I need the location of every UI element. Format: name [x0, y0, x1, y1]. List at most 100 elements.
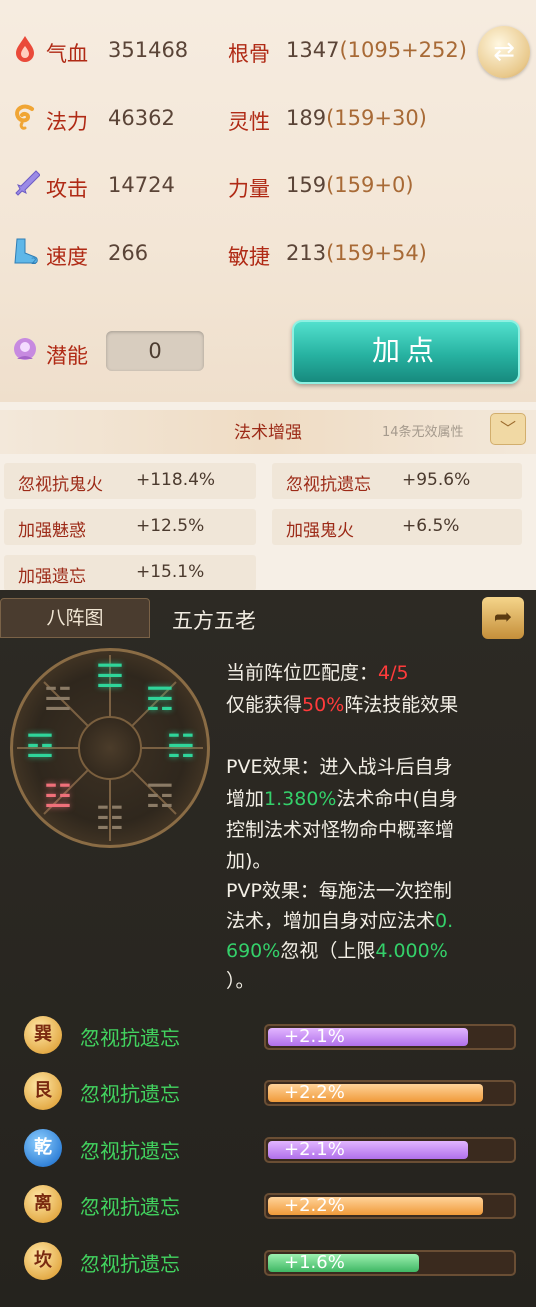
trigram-badge-icon: 乾	[24, 1129, 62, 1167]
pvp-text: 法术，增加自身对应法术	[226, 910, 436, 932]
formation-row-name: 忽视抗遗忘	[80, 1139, 180, 1163]
trigram-badge-icon: 艮	[24, 1072, 62, 1110]
pvp-line-3: 690%忽视（上限4.000%	[226, 936, 448, 963]
strength-detail: (159+0)	[326, 173, 414, 197]
potential-icon	[8, 335, 42, 369]
enhance-item-value: +95.6%	[402, 470, 471, 490]
formation-row-name: 忽视抗遗忘	[80, 1082, 180, 1106]
strength-value: 159(159+0)	[286, 173, 414, 197]
pve-percent: 1.380%	[264, 788, 337, 810]
constitution-total: 1347	[286, 38, 340, 62]
enhance-item: 忽视抗遗忘 +95.6%	[272, 463, 522, 499]
pvp-line-2: 法术，增加自身对应法术0.	[226, 906, 453, 933]
agility-detail: (159+54)	[326, 241, 427, 265]
trigram-badge-icon: 坎	[24, 1242, 62, 1280]
trigram-slot[interactable]: ☷	[92, 802, 128, 834]
bonus-bar-value: +2.2%	[284, 1195, 345, 1216]
formation-name: 五方五老	[172, 609, 256, 633]
add-point-button[interactable]: 加点	[292, 320, 520, 384]
trigram-slot[interactable]: ☲	[22, 730, 58, 762]
formation-row-name: 忽视抗遗忘	[80, 1026, 180, 1050]
enhance-item-value: +118.4%	[136, 470, 216, 490]
trigram-badge-icon: 离	[24, 1185, 62, 1223]
bonus-bar-value: +2.1%	[284, 1139, 345, 1160]
pvp-percent: 0.	[435, 910, 454, 932]
pvp-text: 忽视（上限	[280, 940, 376, 962]
match-value: 4/5	[378, 662, 409, 684]
bonus-bar: +2.1%	[264, 1024, 516, 1050]
trigram-slot[interactable]: ☶	[142, 780, 178, 812]
speed-label: 速度	[46, 245, 88, 269]
match-line: 当前阵位匹配度：4/5	[226, 658, 409, 685]
chevron-down-icon[interactable]: ﹀	[490, 413, 526, 445]
agility-value: 213(159+54)	[286, 241, 427, 265]
effect-line: 仅能获得50%阵法技能效果	[226, 690, 458, 717]
speed-value: 266	[108, 241, 149, 265]
agility-label: 敏捷	[228, 245, 270, 269]
bonus-bar-value: +2.1%	[284, 1026, 345, 1047]
enhance-item-name: 加强鬼火	[286, 521, 354, 541]
enhance-item-name: 忽视抗鬼火	[18, 475, 103, 495]
spirit-detail: (159+30)	[326, 106, 427, 130]
sword-icon	[8, 168, 42, 202]
formation-row-name: 忽视抗遗忘	[80, 1252, 180, 1276]
enhance-item-value: +12.5%	[136, 516, 205, 536]
effect-prefix: 仅能获得	[226, 694, 303, 716]
attack-label: 攻击	[46, 177, 88, 201]
trigram-slot[interactable]: ☵	[163, 730, 199, 762]
pve-line-1: PVE效果：进入战斗后自身	[226, 756, 453, 778]
trigram-slot[interactable]: ☱	[40, 683, 76, 715]
enhance-item-value: +15.1%	[136, 562, 205, 582]
tab-bagua[interactable]: 八阵图	[0, 598, 150, 638]
pvp-percent: 690%	[226, 940, 281, 962]
bonus-bar: +2.2%	[264, 1080, 516, 1106]
enhance-item: 忽视抗鬼火 +118.4%	[4, 463, 256, 499]
pve-line-4: 加)。	[226, 850, 272, 872]
pve-text: 法术命中(自身	[336, 788, 458, 810]
bonus-bar: +2.2%	[264, 1193, 516, 1219]
pvp-line-4: ）。	[226, 970, 255, 992]
potential-value: 0	[106, 331, 204, 371]
boot-icon: 2	[8, 236, 42, 270]
potential-label: 潜能	[46, 344, 88, 368]
trigram-badge-icon: 巽	[24, 1016, 62, 1054]
trigram-slot[interactable]: ☰	[92, 660, 128, 692]
spirit-value: 189(159+30)	[286, 106, 427, 130]
constitution-value: 1347(1095+252)	[286, 38, 467, 62]
invalid-attributes-note: 14条无效属性	[382, 425, 464, 440]
formation-row-name: 忽视抗遗忘	[80, 1195, 180, 1219]
pve-line-2: 增加1.380%法术命中(自身	[226, 784, 458, 811]
enhance-item: 加强遗忘 +15.1%	[4, 555, 256, 591]
enhance-item-name: 加强魅惑	[18, 521, 86, 541]
pvp-line-1: PVP效果：每施法一次控制	[226, 880, 452, 902]
enhance-item-name: 加强遗忘	[18, 567, 86, 587]
mana-swirl-icon	[8, 101, 42, 135]
pve-line-3: 控制法术对怪物命中概率增	[226, 819, 455, 841]
bonus-bar: +1.6%	[264, 1250, 516, 1276]
enhance-item-name: 忽视抗遗忘	[286, 475, 371, 495]
enhance-item-value: +6.5%	[402, 516, 460, 536]
spirit-total: 189	[286, 106, 327, 130]
enhance-item: 加强鬼火 +6.5%	[272, 509, 522, 545]
bonus-bar-value: +1.6%	[284, 1252, 345, 1273]
mp-label: 法力	[46, 110, 88, 134]
enhance-item: 加强魅惑 +12.5%	[4, 509, 256, 545]
constitution-detail: (1095+252)	[339, 38, 467, 62]
svg-text:2: 2	[31, 257, 37, 266]
strength-total: 159	[286, 173, 327, 197]
trigram-slot[interactable]: ☳	[40, 780, 76, 812]
agility-total: 213	[286, 241, 327, 265]
strength-label: 力量	[228, 177, 270, 201]
effect-suffix: 阵法技能效果	[344, 694, 459, 716]
hp-value: 351468	[108, 38, 189, 62]
bagua-center	[78, 716, 142, 780]
swap-icon[interactable]: ⇄	[478, 26, 530, 78]
pve-text: 增加	[226, 788, 265, 810]
bonus-bar: +2.1%	[264, 1137, 516, 1163]
effect-percent: 50%	[302, 694, 345, 716]
spirit-label: 灵性	[228, 110, 270, 134]
mp-value: 46362	[108, 106, 175, 130]
share-icon[interactable]: ➦	[482, 597, 524, 639]
trigram-slot[interactable]: ☴	[142, 683, 178, 715]
bonus-bar-value: +2.2%	[284, 1082, 345, 1103]
